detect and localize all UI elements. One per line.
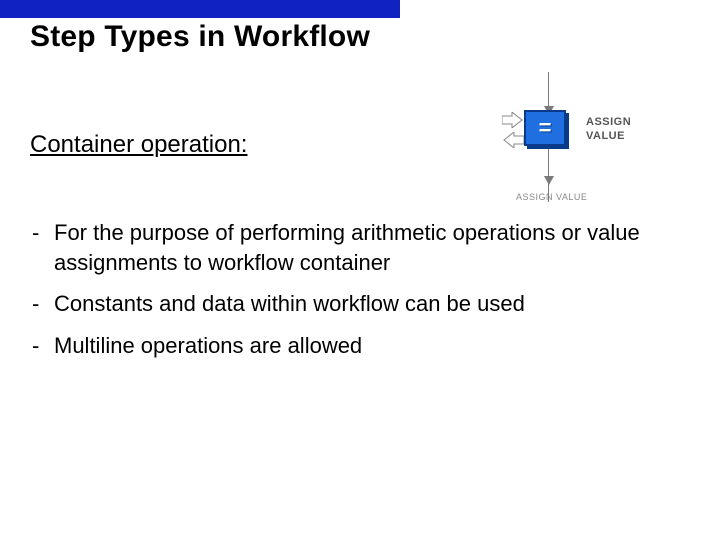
diagram-label-bottom: ASSIGN VALUE bbox=[516, 192, 587, 202]
assign-value-diagram: = ASSIGNVALUE ASSIGN VALUE bbox=[460, 70, 685, 210]
section-subtitle: Container operation: bbox=[30, 131, 247, 159]
list-item: Multiline operations are allowed bbox=[30, 331, 660, 361]
slide-title: Step Types in Workflow bbox=[30, 20, 370, 54]
bullet-list: For the purpose of performing arithmetic… bbox=[30, 218, 660, 373]
slide: Step Types in Workflow Container operati… bbox=[0, 0, 720, 540]
arrow-left-icon bbox=[502, 132, 524, 153]
list-item: Constants and data within workflow can b… bbox=[30, 289, 660, 319]
diagram-label-right: ASSIGNVALUE bbox=[586, 116, 631, 144]
arrow-out-icon bbox=[544, 176, 554, 185]
assign-value-step-icon: = bbox=[524, 110, 566, 146]
header-accent-bar bbox=[0, 0, 400, 18]
list-item: For the purpose of performing arithmetic… bbox=[30, 218, 660, 277]
equals-icon: = bbox=[539, 115, 552, 141]
arrow-right-icon bbox=[502, 112, 524, 133]
